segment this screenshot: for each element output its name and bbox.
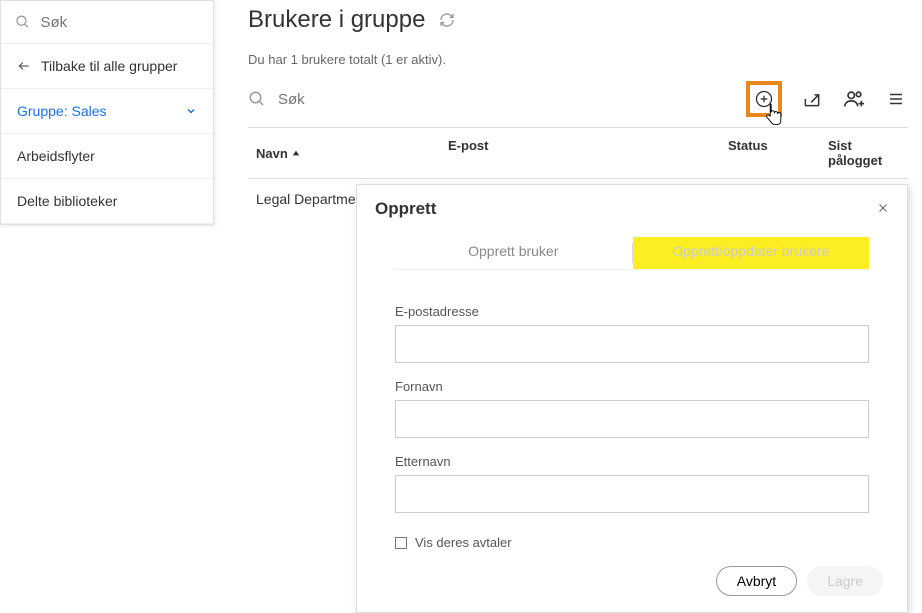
export-button[interactable] <box>800 87 824 111</box>
label-email: E-postadresse <box>395 304 869 319</box>
cancel-button[interactable]: Avbryt <box>716 566 797 596</box>
export-icon <box>802 89 822 109</box>
toolbar-actions <box>746 81 908 117</box>
column-header-status[interactable]: Status <box>728 138 828 168</box>
refresh-icon[interactable] <box>439 12 455 28</box>
tab-update-users[interactable]: Opprett/oppdater brukere <box>633 237 870 269</box>
sidebar-search-input[interactable] <box>41 14 200 31</box>
label-lastname: Etternavn <box>395 454 869 469</box>
modal-header: Opprett <box>357 185 907 231</box>
search-icon <box>15 13 31 31</box>
arrow-left-icon <box>17 59 31 73</box>
column-header-lastlogin[interactable]: Sist pålogget <box>828 138 908 168</box>
sidebar-libraries-label: Delte biblioteker <box>17 193 117 209</box>
sidebar-back-link[interactable]: Tilbake til alle grupper <box>1 44 213 89</box>
sidebar-libraries-item[interactable]: Delte biblioteker <box>1 179 213 224</box>
table-header-row: Navn E-post Status Sist pålogget <box>248 127 908 179</box>
toolbar <box>248 75 908 127</box>
table-search-input[interactable] <box>278 91 477 108</box>
plus-circle-icon <box>754 89 774 109</box>
checkbox-icon <box>395 537 407 549</box>
sidebar-workflows-label: Arbeidsflyter <box>17 148 95 164</box>
sidebar-search-row <box>1 1 213 44</box>
menu-icon <box>887 90 905 108</box>
modal-footer: Avbryt Lagre <box>357 556 907 612</box>
tab-create-user[interactable]: Opprett bruker <box>395 237 632 269</box>
close-button[interactable] <box>877 201 889 218</box>
lastname-field[interactable] <box>395 475 869 513</box>
show-agreements-checkbox-row[interactable]: Vis deres avtaler <box>395 535 869 550</box>
checkbox-label: Vis deres avtaler <box>415 535 512 550</box>
add-user-highlight <box>746 81 782 117</box>
toolbar-search <box>248 90 746 108</box>
user-count-text: Du har 1 brukere totalt (1 er aktiv). <box>248 52 908 67</box>
label-firstname: Fornavn <box>395 379 869 394</box>
modal-body: E-postadresse Fornavn Etternavn Vis dere… <box>357 270 907 556</box>
more-menu-button[interactable] <box>884 87 908 111</box>
users-plus-icon <box>843 88 865 110</box>
search-icon <box>248 90 266 108</box>
add-user-button[interactable] <box>752 87 776 111</box>
firstname-field[interactable] <box>395 400 869 438</box>
sidebar: Tilbake til alle grupper Gruppe: Sales A… <box>0 0 214 225</box>
modal-title: Opprett <box>375 199 877 219</box>
chevron-down-icon <box>185 105 197 117</box>
save-button: Lagre <box>807 566 883 596</box>
assign-users-button[interactable] <box>842 87 866 111</box>
modal-tabs: Opprett bruker Opprett/oppdater brukere <box>395 237 869 270</box>
sidebar-back-label: Tilbake til alle grupper <box>41 58 177 74</box>
sidebar-workflows-item[interactable]: Arbeidsflyter <box>1 134 213 179</box>
page-header: Brukere i gruppe <box>248 0 908 52</box>
close-icon <box>877 202 889 214</box>
sort-asc-icon <box>292 149 300 157</box>
column-header-name[interactable]: Navn <box>248 138 448 168</box>
create-user-modal: Opprett Opprett bruker Opprett/oppdater … <box>356 184 908 613</box>
sidebar-group-item[interactable]: Gruppe: Sales <box>1 89 213 134</box>
email-field[interactable] <box>395 325 869 363</box>
page-title: Brukere i gruppe <box>248 6 425 34</box>
sidebar-group-label: Gruppe: Sales <box>17 103 107 119</box>
column-header-email[interactable]: E-post <box>448 138 728 168</box>
